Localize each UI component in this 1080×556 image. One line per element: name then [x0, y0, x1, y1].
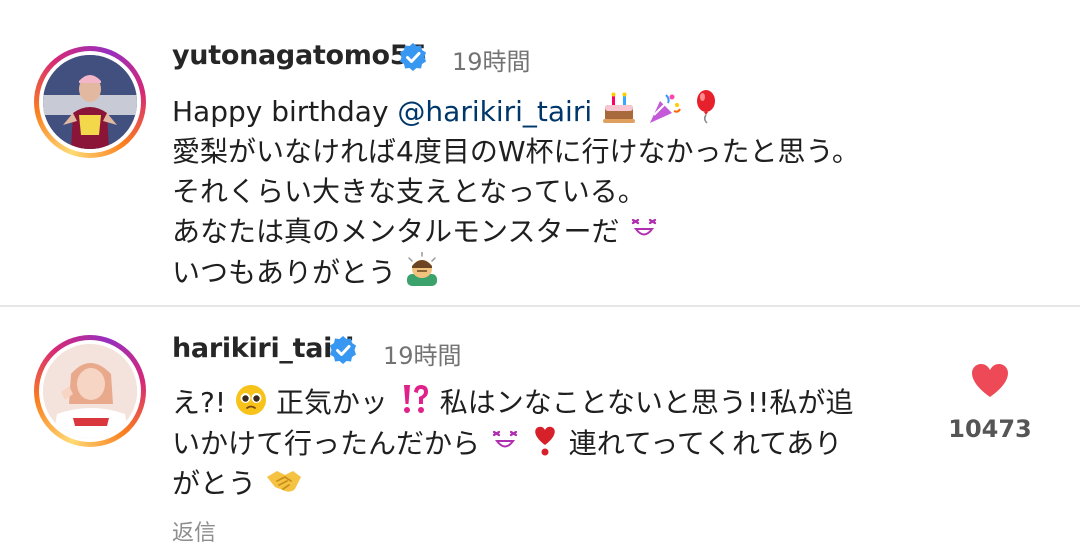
username[interactable]: harikiri_tairi	[172, 333, 354, 364]
balloon-icon	[696, 90, 715, 124]
comment-line-text: いかけて行ったんだから	[172, 427, 481, 460]
person-bowing-icon	[406, 252, 437, 286]
username[interactable]: yutonagatomo55	[172, 40, 427, 71]
comment-line-text: 私はンなことないと思う!!私が追	[439, 386, 854, 419]
like-count: 10473	[948, 415, 1032, 443]
heart-exclamation-icon	[535, 426, 555, 456]
comment-line: え?! 正気かッ 私はンなことないと思う!!私が追	[172, 382, 912, 423]
avatar-photo-image	[43, 55, 137, 149]
comment-text: え?! 正気かッ 私はンなことないと思う!!私が追 いかけて行ったんだから 連れ…	[172, 382, 912, 504]
like-heart-icon[interactable]	[970, 363, 1010, 399]
comment-line-text: 正気かッ	[275, 386, 388, 419]
party-popper-icon	[649, 94, 681, 123]
avatar	[43, 55, 137, 149]
grinning-face-icon	[632, 218, 657, 236]
comment-line-text: いつもありがとう	[172, 256, 397, 289]
comment-line-text: Happy birthday	[172, 95, 398, 128]
comment-line-text: 連れてってくれてあり	[568, 427, 843, 460]
avatar-photo-image	[43, 344, 137, 438]
mention-link[interactable]: @harikiri_tairi	[397, 95, 592, 128]
comment-harikiri_tairi: harikiri_tairi 19時間 え?! 正気かッ 私はンなことないと思う…	[0, 307, 1080, 556]
grinning-face-icon	[492, 430, 518, 448]
comment-yutonagatomo55: yutonagatomo55 19時間 Happy birthday @hari…	[0, 0, 1080, 305]
story-ring-avatar[interactable]	[34, 335, 146, 447]
comment-line: それくらい大きな支えとなっている。	[172, 175, 646, 208]
comment-line: あなたは真のメンタルモンスターだ	[172, 212, 860, 252]
timestamp: 19時間	[452, 48, 531, 76]
cake-icon	[603, 92, 636, 123]
comment-line-text: え?!	[172, 386, 227, 419]
handshake-icon	[266, 471, 301, 492]
comment-line: がとう	[172, 464, 912, 504]
comment-line: 愛梨がいなければ4度目のW杯に行けなかったと思う。	[172, 135, 860, 168]
reply-button[interactable]: 返信	[172, 515, 216, 547]
avatar	[43, 344, 137, 438]
story-ring-avatar[interactable]	[34, 46, 146, 158]
comment-line: いかけて行ったんだから 連れてってくれてあり	[172, 423, 912, 464]
comment-line: いつもありがとう	[172, 252, 860, 293]
interrobang-icon	[403, 385, 428, 413]
verified-badge-icon	[400, 43, 426, 71]
pleading-face-icon	[236, 385, 266, 415]
comment-line-text: がとう	[172, 467, 257, 500]
verified-badge-icon	[330, 336, 356, 364]
comment-text: Happy birthday @harikiri_tairi 愛梨がいなければ4…	[172, 89, 860, 293]
comment-line: Happy birthday @harikiri_tairi	[172, 89, 860, 132]
comment-line-text: あなたは真のメンタルモンスターだ	[172, 215, 620, 248]
like-control[interactable]: 10473	[945, 363, 1035, 443]
timestamp: 19時間	[383, 342, 462, 370]
